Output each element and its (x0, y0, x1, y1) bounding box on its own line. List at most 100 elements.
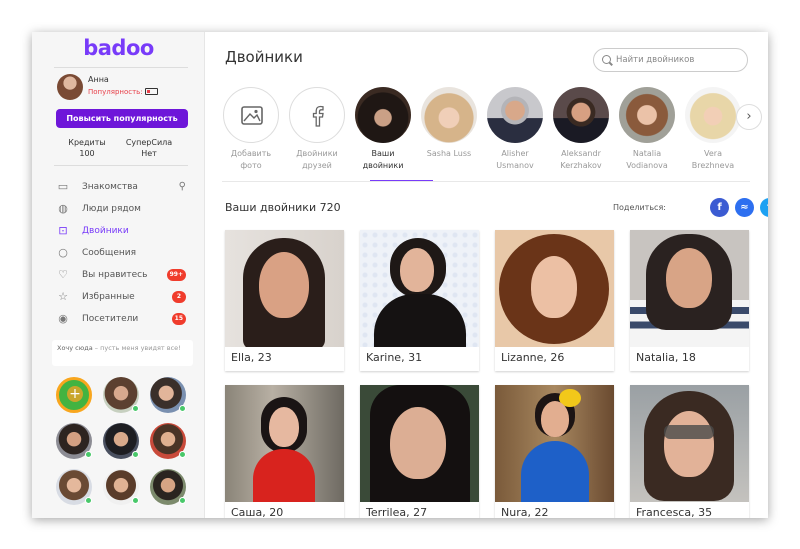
category-label: Natalia Vodianova (618, 148, 676, 172)
twitter-share-icon[interactable]: t (760, 198, 768, 217)
search-input[interactable]: Найти двойников (593, 48, 748, 72)
avatar[interactable] (57, 74, 83, 100)
category-line: Brezhneva (691, 161, 735, 170)
lookalike-name: Ella, 23 (231, 351, 272, 364)
lookalike-photo (495, 385, 614, 502)
sidebar-item-label: Посетители (82, 314, 139, 324)
category-photo (553, 87, 609, 143)
lookalike-card[interactable]: Саша, 20 (225, 385, 344, 518)
photo-shape (531, 256, 577, 318)
category-line: друзей (302, 161, 332, 170)
profile-name[interactable]: Анна (88, 75, 109, 84)
category-label: Ваши двойники (354, 148, 412, 172)
credits-label: Кредиты (68, 138, 106, 147)
photo-shape (253, 449, 315, 502)
avatar[interactable] (150, 377, 186, 413)
sidebar-item-messages[interactable]: ○ Сообщения (56, 246, 190, 268)
sidebar-item-label: Люди рядом (82, 204, 141, 214)
lookalike-photo (630, 385, 749, 502)
filter-icon[interactable]: ⚲ (179, 180, 186, 194)
star-icon: ☆ (58, 290, 68, 303)
category-line: Aleksandr (561, 149, 601, 158)
sidebar-nav: ▭ Знакомства ⚲ ◍ Люди рядом ⊡ Двойники ○… (56, 180, 190, 334)
lookalike-card[interactable]: Terrilea, 27 (360, 385, 479, 518)
lookalike-card[interactable]: Nura, 22 (495, 385, 614, 518)
eye-icon: ◉ (58, 312, 68, 325)
lookalike-name: Lizanne, 26 (501, 351, 565, 364)
sidebar: badoo Анна Популярность: Повысить популя… (32, 32, 205, 518)
search-placeholder: Найти двойников (616, 55, 695, 65)
photo-icon (241, 106, 263, 125)
superpower-label: СуперСила (125, 138, 173, 147)
sidebar-item-people-nearby[interactable]: ◍ Люди рядом (56, 202, 190, 224)
avatar[interactable] (150, 423, 186, 459)
celebrity-carousel: Добавить фото Двойники друзей Ваши двойники… (222, 87, 742, 184)
search-icon (602, 55, 611, 64)
app-window: badoo Анна Популярность: Повысить популя… (32, 32, 768, 518)
add-photo-category[interactable]: Добавить фото (222, 87, 280, 172)
celebrity-vera-brezhneva[interactable]: Vera Brezhneva (684, 87, 742, 172)
celebrity-natalia-vodianova[interactable]: Natalia Vodianova (618, 87, 676, 172)
lookalikes-count-title: Ваши двойники 720 (225, 201, 341, 214)
messenger-share-icon[interactable]: ≈ (735, 198, 754, 217)
avatar[interactable] (56, 469, 92, 505)
category-line: Sasha Luss (426, 149, 472, 158)
badoo-logo[interactable]: badoo (32, 36, 205, 60)
lookalike-card[interactable]: Francesca, 35 (630, 385, 749, 518)
photo-shape (664, 411, 714, 477)
sidebar-item-label: Сообщения (82, 248, 137, 258)
sidebar-item-lookalikes[interactable]: ⊡ Двойники (56, 224, 190, 246)
celebrity-alisher-usmanov[interactable]: Alisher Usmanov (486, 87, 544, 172)
sidebar-item-favourites[interactable]: ☆ Избранные 2 (56, 290, 190, 312)
category-label: Двойники друзей (288, 148, 346, 172)
category-line: двойники (362, 161, 404, 170)
count-badge: 2 (172, 291, 186, 303)
photo-shape (400, 248, 434, 292)
celebrity-aleksandr-kerzhakov[interactable]: Aleksandr Kerzhakov (552, 87, 610, 172)
avatar[interactable] (103, 469, 139, 505)
online-indicator (179, 405, 186, 412)
lookalike-photo (225, 385, 344, 502)
online-indicator (132, 405, 139, 412)
sidebar-item-encounters[interactable]: ▭ Знакомства ⚲ (56, 180, 190, 202)
chat-icon: ○ (58, 246, 68, 259)
category-photo (685, 87, 741, 143)
sidebar-item-liked-you[interactable]: ♡ Вы нравитесь 99+ (56, 268, 190, 290)
avatar[interactable] (56, 423, 92, 459)
category-photo (355, 87, 411, 143)
avatar[interactable] (103, 423, 139, 459)
category-line: Usmanov (496, 161, 534, 170)
facebook-share-icon[interactable]: f (710, 198, 729, 217)
chevron-right-icon[interactable]: › (736, 104, 762, 130)
lookalike-card[interactable]: Natalia, 18 (630, 230, 749, 371)
boost-popularity-button[interactable]: Повысить популярность (56, 109, 188, 128)
battery-icon (144, 88, 158, 95)
photo-shape (541, 401, 569, 437)
lookalike-name: Natalia, 18 (636, 351, 696, 364)
popularity-status[interactable]: Популярность: (88, 88, 158, 96)
photo-shape (666, 248, 712, 308)
category-label: Добавить фото (222, 148, 280, 172)
lookalike-card[interactable]: Lizanne, 26 (495, 230, 614, 371)
avatar[interactable] (103, 377, 139, 413)
lookalike-name: Саша, 20 (231, 506, 284, 518)
category-photo (619, 87, 675, 143)
credits-stat[interactable]: Кредиты 100 (66, 137, 108, 159)
add-favourite-button[interactable]: + (56, 377, 92, 413)
online-indicator (85, 497, 92, 504)
status-input[interactable]: Хочу сюда – пусть меня увидят все! (52, 340, 193, 366)
status-title: Хочу сюда (57, 344, 93, 352)
sidebar-item-visitors[interactable]: ◉ Посетители 15 (56, 312, 190, 334)
category-label: Aleksandr Kerzhakov (552, 148, 610, 172)
plus-icon: + (67, 386, 83, 402)
your-lookalikes-category[interactable]: Ваши двойники (354, 87, 412, 172)
superpower-stat[interactable]: СуперСила Нет (124, 137, 174, 159)
friends-lookalikes-category[interactable]: Двойники друзей (288, 87, 346, 172)
avatar[interactable] (150, 469, 186, 505)
lookalike-card[interactable]: Ella, 23 (225, 230, 344, 371)
credits-value: 100 (79, 149, 95, 158)
main-content: Двойники Найти двойников Добавить фото Дв… (206, 32, 768, 518)
divider (222, 181, 750, 182)
lookalike-card[interactable]: Karine, 31 (360, 230, 479, 371)
celebrity-sasha-luss[interactable]: Sasha Luss (420, 87, 478, 160)
